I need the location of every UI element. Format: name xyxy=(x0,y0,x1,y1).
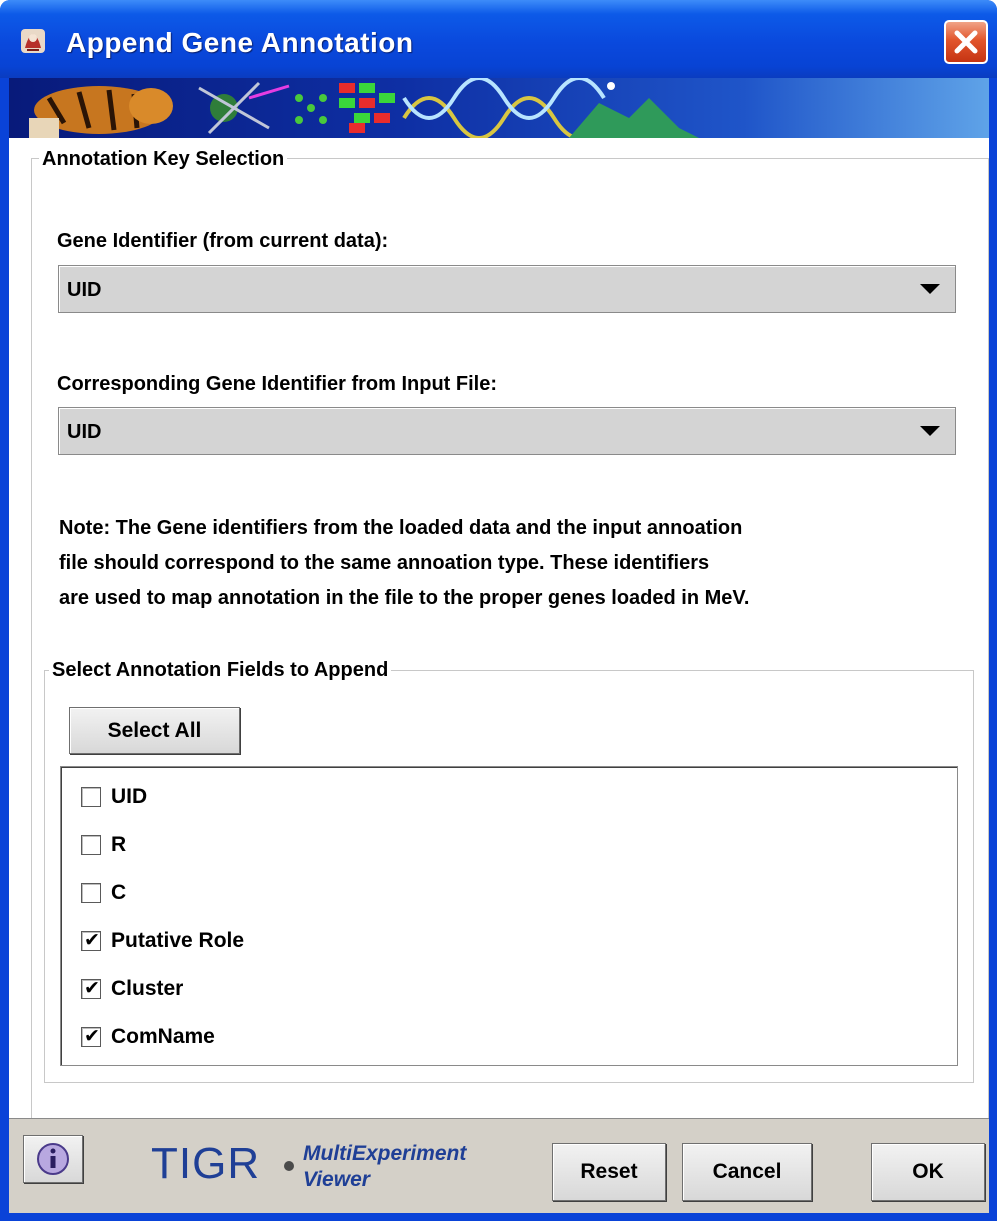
checkbox[interactable]: ✔ xyxy=(81,930,101,951)
annotation-fields-legend: Select Annotation Fields to Append xyxy=(49,659,392,681)
note-line: are used to map annotation in the file t… xyxy=(59,587,750,609)
tigr-logo: TIGR xyxy=(151,1139,261,1188)
cancel-button[interactable]: Cancel xyxy=(682,1143,812,1201)
footer-bar: TIGR MultiExperiment Viewer Reset Cancel… xyxy=(9,1118,989,1213)
annotation-key-legend: Annotation Key Selection xyxy=(39,148,288,170)
field-label: UID xyxy=(111,785,148,808)
checkbox[interactable] xyxy=(81,835,101,855)
chevron-down-icon xyxy=(920,284,940,294)
annotation-field-list: UID R C ✔ Putative Role ✔ Cluster ✔ ComN… xyxy=(60,766,958,1066)
banner-graphic xyxy=(29,78,699,138)
field-label: Cluster xyxy=(111,977,184,1000)
field-label: Putative Role xyxy=(111,929,245,952)
app-icon xyxy=(21,29,45,53)
ok-button[interactable]: OK xyxy=(871,1143,985,1201)
check-mark-icon: ✔ xyxy=(84,1026,100,1047)
select-all-button[interactable]: Select All xyxy=(69,707,240,754)
note-line: Note: The Gene identifiers from the load… xyxy=(59,517,743,539)
checkbox[interactable]: ✔ xyxy=(81,978,101,999)
note-line: file should correspond to the same annoa… xyxy=(59,552,710,574)
title-bar: Append Gene Annotation xyxy=(0,0,997,78)
field-label: ComName xyxy=(111,1025,215,1048)
field-label: C xyxy=(111,881,127,904)
input-id-value: UID xyxy=(67,421,102,443)
window-title: Append Gene Annotation xyxy=(66,27,414,58)
field-label: R xyxy=(111,833,127,856)
product-name-line1: MultiExperiment xyxy=(303,1142,467,1165)
checkbox[interactable] xyxy=(81,883,101,903)
logo-dot xyxy=(284,1161,294,1171)
gene-id-dropdown[interactable]: UID xyxy=(58,265,956,313)
gene-id-label: Gene Identifier (from current data): xyxy=(57,230,389,252)
product-name: MultiExperiment Viewer xyxy=(303,1141,466,1193)
check-mark-icon: ✔ xyxy=(84,978,100,999)
checkbox[interactable]: ✔ xyxy=(81,1026,101,1047)
chevron-down-icon xyxy=(920,426,940,436)
close-button[interactable] xyxy=(944,20,988,64)
gene-id-value: UID xyxy=(67,279,102,301)
checkbox[interactable] xyxy=(81,787,101,807)
product-name-line2: Viewer xyxy=(303,1168,370,1191)
dialog-content: Annotation Key Selection Gene Identifier… xyxy=(9,78,989,1213)
dialog-window: Append Gene Annotation Annotation Key Se… xyxy=(0,0,997,1221)
identifier-note: Note: The Gene identifiers from the load… xyxy=(59,511,749,616)
header-banner xyxy=(9,78,989,138)
check-mark-icon: ✔ xyxy=(84,930,100,951)
reset-button[interactable]: Reset xyxy=(552,1143,666,1201)
input-id-label: Corresponding Gene Identifier from Input… xyxy=(57,373,498,395)
info-button[interactable] xyxy=(23,1135,83,1183)
close-icon xyxy=(954,30,978,54)
info-icon xyxy=(37,1143,69,1175)
input-id-dropdown[interactable]: UID xyxy=(58,407,956,455)
